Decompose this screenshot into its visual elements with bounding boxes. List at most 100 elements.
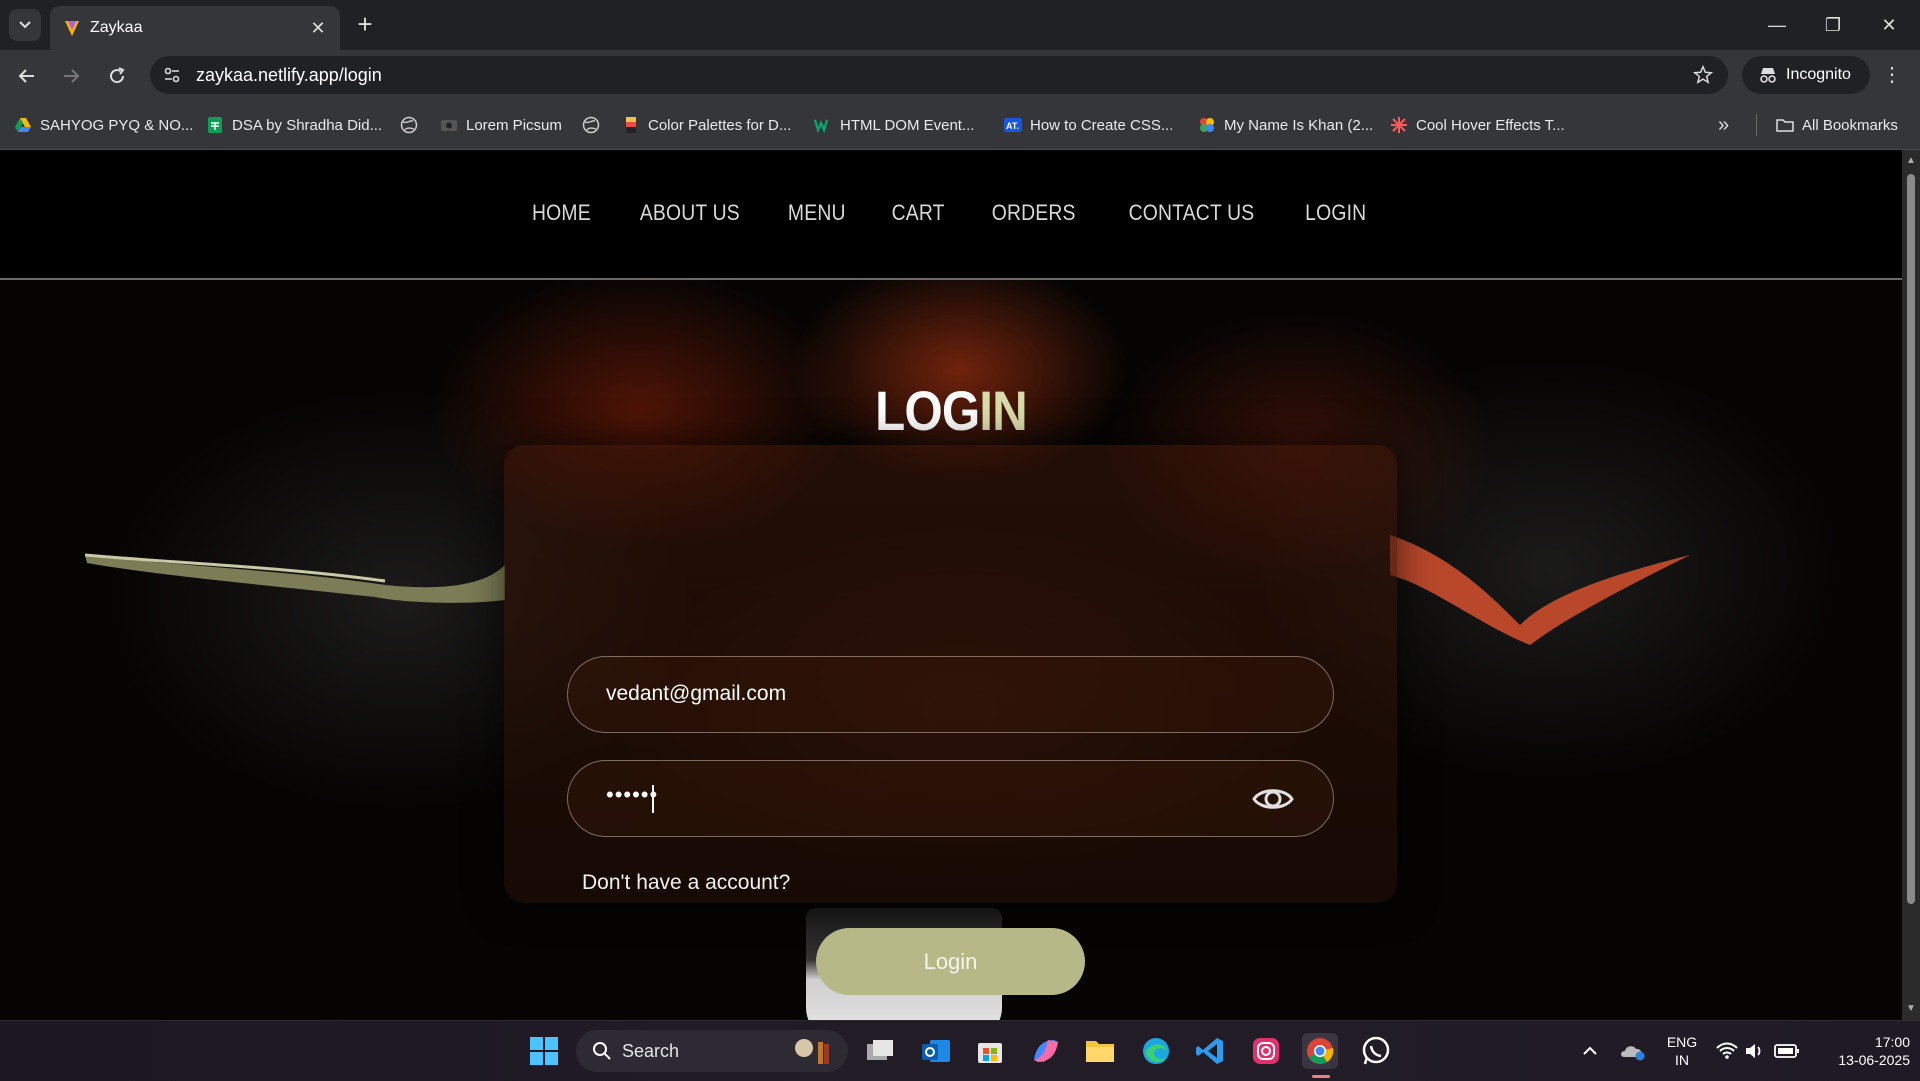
taskbar: Search ENG IN 17:00 13-06-2025 bbox=[0, 1020, 1920, 1081]
title-highlight: IN bbox=[979, 379, 1027, 442]
windows-icon bbox=[530, 1037, 558, 1065]
scroll-up-icon[interactable]: ▲ bbox=[1906, 156, 1916, 166]
nav-contact-us[interactable]: CONTACT US bbox=[1128, 200, 1254, 226]
taskbar-search[interactable]: Search bbox=[576, 1030, 848, 1072]
site-info-icon[interactable] bbox=[162, 65, 182, 85]
globe-icon bbox=[400, 116, 418, 134]
nav-links: HOME ABOUT US MENU CART ORDERS CONTACT U… bbox=[0, 200, 1900, 226]
bookmark-star-icon[interactable] bbox=[1692, 64, 1714, 86]
close-tab-icon[interactable]: ✕ bbox=[308, 18, 328, 38]
picsum-icon bbox=[441, 120, 457, 131]
star-burst-icon bbox=[1391, 117, 1407, 133]
whatsapp-icon[interactable] bbox=[1358, 1033, 1394, 1069]
bookmark-label: SAHYOG PYQ & NO... bbox=[40, 116, 194, 134]
bookmark-item[interactable]: HTML DOM Event... bbox=[814, 114, 974, 136]
start-button[interactable] bbox=[526, 1033, 562, 1069]
active-app-indicator bbox=[1312, 1075, 1330, 1078]
bookmark-item[interactable]: Cool Hover Effects T... bbox=[1390, 114, 1565, 136]
forward-button[interactable] bbox=[56, 61, 86, 91]
globe-icon bbox=[582, 116, 600, 134]
reload-icon bbox=[110, 67, 125, 84]
volume-icon[interactable] bbox=[1740, 1033, 1770, 1069]
login-button[interactable]: Login bbox=[816, 928, 1085, 995]
palette-icon bbox=[626, 117, 636, 133]
page-title: LOGIN bbox=[114, 378, 1788, 443]
bookmark-item[interactable] bbox=[400, 114, 418, 136]
active-tab[interactable]: Zaykaa ✕ bbox=[50, 6, 340, 50]
clock[interactable]: 17:00 13-06-2025 bbox=[1810, 1033, 1910, 1069]
more-bookmarks-button[interactable]: » bbox=[1718, 114, 1729, 136]
vscode-icon[interactable] bbox=[1192, 1033, 1228, 1069]
zaykaa-favicon-icon bbox=[65, 21, 79, 36]
nav-orders[interactable]: ORDERS bbox=[992, 200, 1076, 226]
bookmark-item[interactable]: Color Palettes for D... bbox=[622, 114, 791, 136]
bookmarks-bar: SAHYOG PYQ & NO... DSA by Shradha Did...… bbox=[0, 100, 1920, 150]
language-text: ENG bbox=[1666, 1034, 1698, 1050]
scrollbar-thumb[interactable] bbox=[1907, 174, 1915, 904]
bookmark-item[interactable]: Lorem Picsum bbox=[440, 114, 562, 136]
site-navbar: HOME ABOUT US MENU CART ORDERS CONTACT U… bbox=[0, 150, 1902, 280]
scroll-down-icon[interactable]: ▼ bbox=[1906, 1004, 1916, 1014]
instagram-icon[interactable] bbox=[1248, 1033, 1284, 1069]
green-chili-image bbox=[85, 553, 505, 603]
incognito-label: Incognito bbox=[1786, 66, 1851, 83]
reload-button[interactable] bbox=[102, 61, 132, 91]
bookmark-item[interactable]: DSA by Shradha Did... bbox=[206, 114, 382, 136]
tab-title: Zaykaa bbox=[90, 19, 143, 36]
search-icon bbox=[593, 1042, 611, 1060]
bookmark-label: Color Palettes for D... bbox=[648, 116, 792, 134]
email-field[interactable]: vedant@gmail.com bbox=[567, 656, 1334, 733]
incognito-icon bbox=[1760, 68, 1776, 83]
file-explorer-icon[interactable] bbox=[1082, 1033, 1118, 1069]
page-scrollbar[interactable]: ▲ ▼ bbox=[1902, 150, 1920, 1020]
onedrive-icon[interactable] bbox=[1618, 1033, 1648, 1069]
tab-strip: Zaykaa ✕ + — ❐ ✕ bbox=[0, 0, 1920, 50]
password-field[interactable]: •••••• bbox=[567, 760, 1334, 837]
language-indicator[interactable]: ENG IN bbox=[1660, 1033, 1704, 1069]
browser-menu-icon[interactable]: ⋮ bbox=[1880, 60, 1904, 90]
address-bar[interactable]: zaykaa.netlify.app/login bbox=[150, 56, 1728, 94]
bookmark-label: Lorem Picsum bbox=[466, 116, 562, 134]
search-highlight-icon bbox=[795, 1039, 829, 1064]
bookmark-item[interactable] bbox=[582, 114, 600, 136]
close-window-icon[interactable]: ✕ bbox=[1874, 10, 1904, 40]
outlook-icon[interactable] bbox=[918, 1033, 954, 1069]
battery-icon[interactable] bbox=[1770, 1033, 1804, 1069]
new-tab-button[interactable]: + bbox=[352, 11, 378, 38]
movie-icon bbox=[1200, 118, 1214, 132]
folder-icon bbox=[1776, 119, 1794, 132]
signup-link[interactable]: Don't have a account? bbox=[582, 871, 790, 895]
all-bookmarks-button[interactable]: All Bookmarks bbox=[1776, 114, 1898, 136]
nav-cart[interactable]: CART bbox=[892, 200, 945, 226]
text-caret bbox=[652, 785, 654, 813]
email-value: vedant@gmail.com bbox=[606, 682, 787, 705]
restore-icon[interactable]: ❐ bbox=[1818, 10, 1848, 40]
show-hidden-icons-icon[interactable] bbox=[1576, 1033, 1604, 1069]
chrome-icon[interactable] bbox=[1302, 1033, 1338, 1069]
nav-home[interactable]: HOME bbox=[532, 200, 591, 226]
nav-menu[interactable]: MENU bbox=[788, 200, 846, 226]
eye-icon[interactable] bbox=[1251, 781, 1295, 817]
back-button[interactable] bbox=[12, 61, 42, 91]
bookmark-item[interactable]: My Name Is Khan (2... bbox=[1198, 114, 1373, 136]
copilot-icon[interactable] bbox=[1028, 1033, 1064, 1069]
edge-icon[interactable] bbox=[1138, 1033, 1174, 1069]
microsoft-store-icon[interactable] bbox=[972, 1033, 1008, 1069]
task-view-icon[interactable] bbox=[862, 1033, 898, 1069]
double-chevron-right-icon: » bbox=[1718, 113, 1730, 136]
page-viewport: HOME ABOUT US MENU CART ORDERS CONTACT U… bbox=[0, 150, 1902, 1020]
wifi-icon[interactable] bbox=[1712, 1033, 1742, 1069]
bookmark-item[interactable]: AT. How to Create CSS... bbox=[1004, 114, 1173, 136]
incognito-indicator[interactable]: Incognito bbox=[1742, 56, 1870, 94]
minimize-icon[interactable]: — bbox=[1762, 10, 1792, 40]
bookmark-label: How to Create CSS... bbox=[1030, 116, 1174, 134]
bookmark-item[interactable]: SAHYOG PYQ & NO... bbox=[14, 114, 193, 136]
nav-login[interactable]: LOGIN bbox=[1305, 200, 1366, 226]
chevron-down-icon bbox=[19, 21, 31, 29]
tab-search-button[interactable] bbox=[9, 9, 41, 41]
w3-icon bbox=[814, 119, 829, 134]
password-value: •••••• bbox=[606, 782, 659, 807]
nav-about-us[interactable]: ABOUT US bbox=[640, 200, 740, 226]
bookmark-label: DSA by Shradha Did... bbox=[232, 116, 383, 134]
url-text[interactable]: zaykaa.netlify.app/login bbox=[196, 65, 382, 86]
